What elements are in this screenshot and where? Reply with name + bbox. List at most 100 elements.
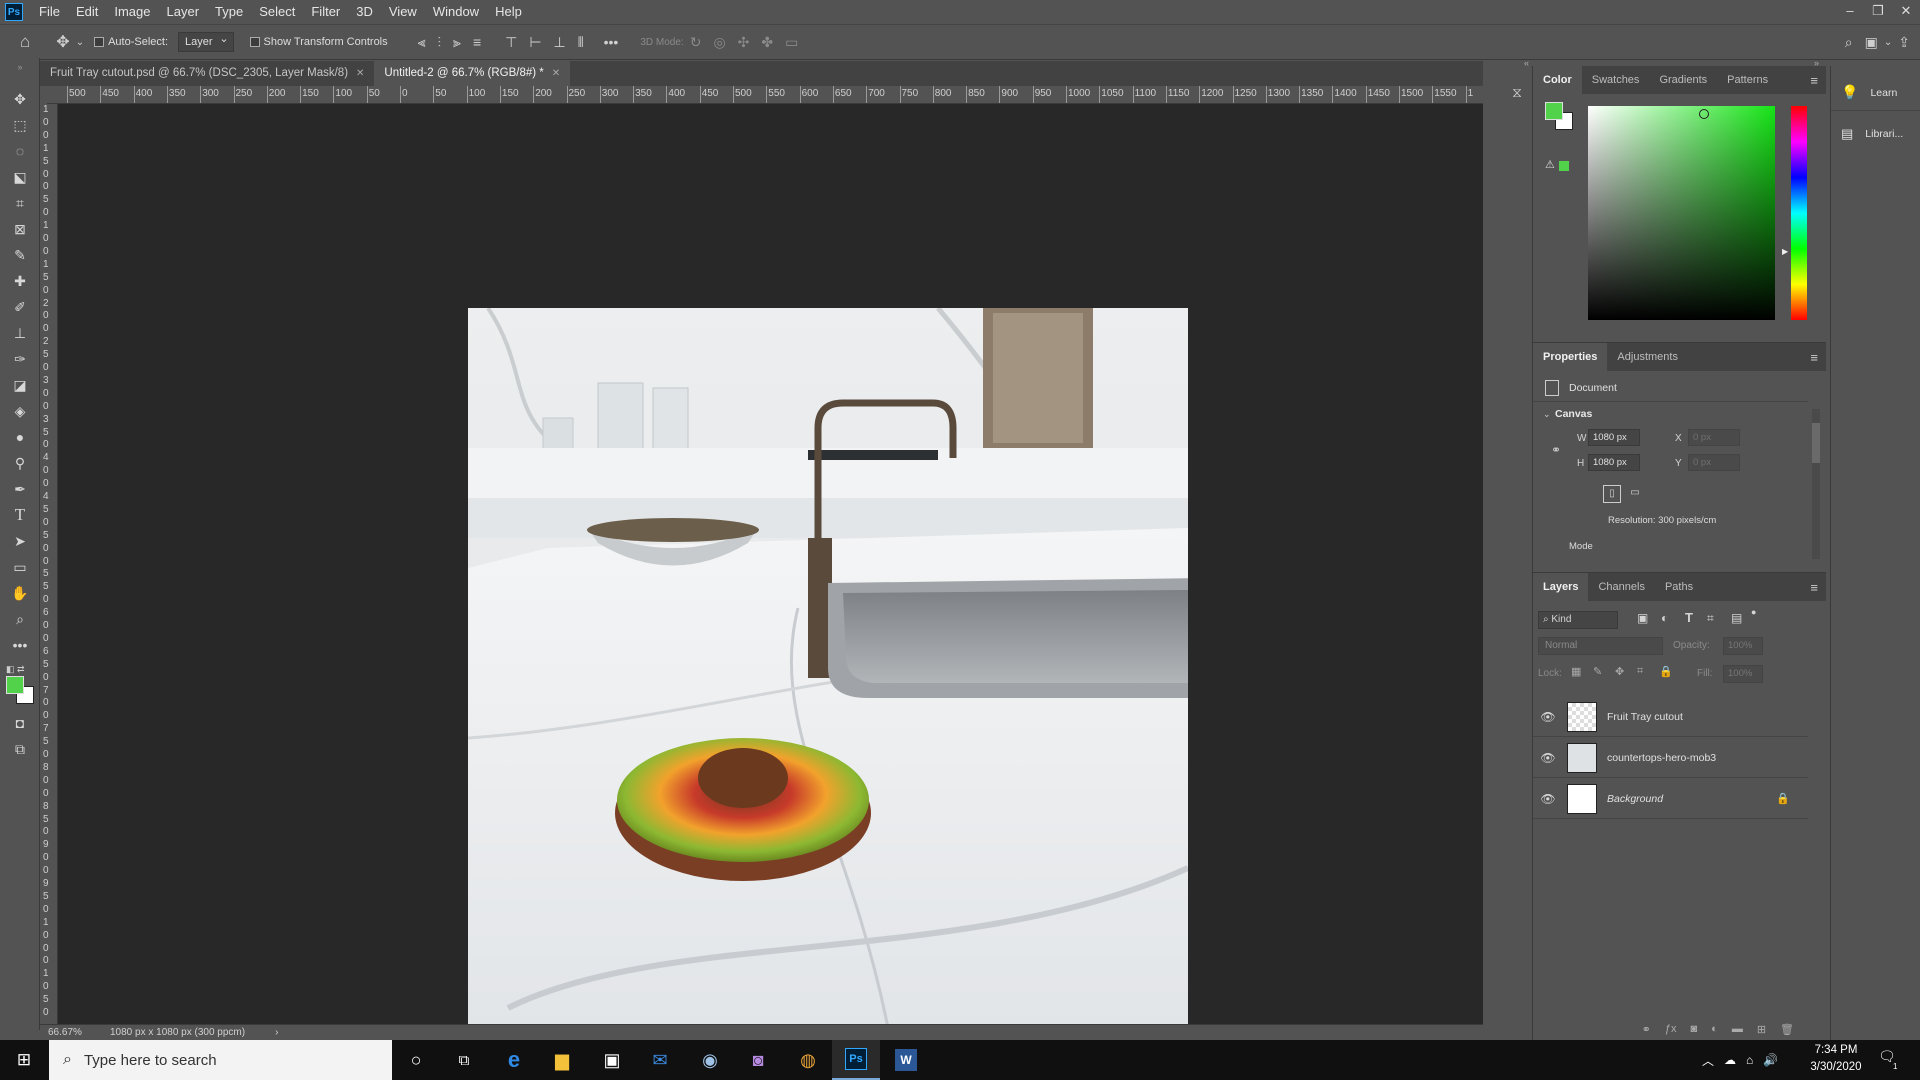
align-left-icon[interactable]: ⫷ bbox=[418, 34, 426, 51]
edit-toolbar-icon[interactable]: ••• bbox=[9, 634, 31, 656]
paint-bucket-tool-icon[interactable]: ◈ bbox=[9, 400, 31, 422]
onedrive-icon[interactable]: ☁ bbox=[1724, 1053, 1736, 1067]
task-view-icon[interactable]: ⧉ bbox=[440, 1040, 488, 1080]
lock-all-icon[interactable]: 🔒 bbox=[1659, 665, 1673, 678]
steam-icon[interactable]: ◉ bbox=[686, 1040, 734, 1080]
close-icon[interactable]: ✕ bbox=[552, 61, 560, 86]
tab-gradients[interactable]: Gradients bbox=[1649, 66, 1717, 94]
3d-roll-icon[interactable]: ◎ bbox=[713, 34, 725, 51]
canvas-workspace[interactable] bbox=[58, 104, 1483, 1030]
tab-adjustments[interactable]: Adjustments bbox=[1607, 343, 1688, 371]
restore-button[interactable]: ❐ bbox=[1864, 0, 1892, 24]
screen-mode-icon[interactable]: ⧉ bbox=[9, 738, 31, 760]
lasso-tool-icon[interactable]: ◌ bbox=[9, 140, 31, 162]
hue-slider-pointer[interactable]: ▶ bbox=[1782, 247, 1788, 256]
foreground-color-swatch[interactable] bbox=[1545, 102, 1563, 120]
marquee-tool-icon[interactable]: ⬚ bbox=[9, 114, 31, 136]
foreground-color-swatch[interactable] bbox=[6, 676, 24, 694]
align-top-icon[interactable]: ⊤ bbox=[505, 34, 517, 51]
menu-select[interactable]: Select bbox=[251, 0, 303, 24]
tab-patterns[interactable]: Patterns bbox=[1717, 66, 1778, 94]
layer-filter-dropdown[interactable]: ⌕ Kind bbox=[1538, 611, 1618, 629]
distribute-vertical-icon[interactable]: ⫴ bbox=[578, 34, 584, 51]
color-picker-field[interactable] bbox=[1588, 106, 1775, 320]
rectangle-tool-icon[interactable]: ▭ bbox=[9, 556, 31, 578]
visibility-eye-icon[interactable]: 👁 bbox=[1537, 710, 1559, 724]
eraser-tool-icon[interactable]: ◪ bbox=[9, 374, 31, 396]
healing-tool-icon[interactable]: ✚ bbox=[9, 270, 31, 292]
fx-icon[interactable]: ƒx bbox=[1665, 1023, 1677, 1035]
chevron-down-icon[interactable]: ⌄ bbox=[1543, 409, 1551, 420]
layer-row-background[interactable]: 👁 Background 🔒 bbox=[1533, 779, 1808, 819]
status-menu-arrow[interactable]: › bbox=[275, 1027, 278, 1038]
layer-row-countertops[interactable]: 👁 countertops-hero-mob3 bbox=[1533, 738, 1808, 778]
auto-select-dropdown[interactable]: Layer bbox=[178, 32, 234, 52]
web-safe-swatch[interactable] bbox=[1559, 161, 1569, 171]
history-brush-tool-icon[interactable]: ✑ bbox=[9, 348, 31, 370]
tab-fruit-tray[interactable]: Fruit Tray cutout.psd @ 66.7% (DSC_2305,… bbox=[40, 61, 375, 86]
add-mask-icon[interactable]: ◙ bbox=[1691, 1023, 1698, 1035]
menu-view[interactable]: View bbox=[381, 0, 425, 24]
panel-menu-icon[interactable]: ≡ bbox=[1810, 580, 1818, 595]
clock[interactable]: 7:34 PM 3/30/2020 bbox=[1800, 1042, 1872, 1076]
lock-transparency-icon[interactable]: ▦ bbox=[1571, 665, 1581, 678]
menu-type[interactable]: Type bbox=[207, 0, 251, 24]
3d-slide-icon[interactable]: ✤ bbox=[761, 34, 773, 51]
tab-paths[interactable]: Paths bbox=[1655, 573, 1703, 601]
search-icon[interactable]: ⌕ bbox=[1845, 34, 1853, 51]
network-icon[interactable]: ⌂ bbox=[1746, 1053, 1753, 1067]
filter-toggle-icon[interactable]: ● bbox=[1751, 607, 1756, 617]
tab-color[interactable]: Color bbox=[1533, 66, 1582, 94]
windows-start-icon[interactable]: ⊞ bbox=[0, 1040, 48, 1080]
vertical-ruler[interactable]: 1001500501001502002503003504004505005506… bbox=[40, 104, 58, 1030]
height-input[interactable]: 1080 px bbox=[1588, 454, 1640, 471]
distribute-icon[interactable]: ≡ bbox=[473, 34, 481, 50]
menu-help[interactable]: Help bbox=[487, 0, 530, 24]
new-group-icon[interactable]: ▬ bbox=[1732, 1023, 1743, 1035]
cortana-icon[interactable]: ○ bbox=[392, 1040, 440, 1080]
frame-tool-icon[interactable]: ⊠ bbox=[9, 218, 31, 240]
brush-tool-icon[interactable]: ✐ bbox=[9, 296, 31, 318]
visibility-eye-icon[interactable]: 👁 bbox=[1537, 792, 1559, 806]
pixel-filter-icon[interactable]: ▣ bbox=[1637, 611, 1648, 625]
learn-button[interactable]: 💡 Learn bbox=[1841, 84, 1897, 101]
layer-name[interactable]: Background bbox=[1607, 793, 1663, 805]
chevron-down-icon[interactable]: ⌄ bbox=[1884, 37, 1892, 48]
adjustment-filter-icon[interactable]: ◐ bbox=[1661, 611, 1668, 625]
tab-channels[interactable]: Channels bbox=[1588, 573, 1654, 601]
menu-layer[interactable]: Layer bbox=[159, 0, 208, 24]
menu-edit[interactable]: Edit bbox=[68, 0, 106, 24]
menu-filter[interactable]: Filter bbox=[303, 0, 348, 24]
workspace-icon[interactable]: ▣ bbox=[1865, 34, 1878, 51]
type-filter-icon[interactable]: T bbox=[1685, 610, 1693, 625]
lock-icon[interactable]: 🔒 bbox=[1776, 792, 1790, 805]
default-colors-icon[interactable]: ◧ ⇄ bbox=[6, 664, 25, 675]
lock-image-icon[interactable]: ✎ bbox=[1593, 665, 1602, 678]
tab-properties[interactable]: Properties bbox=[1533, 343, 1608, 371]
width-input[interactable]: 1080 px bbox=[1588, 429, 1640, 446]
eyedropper-tool-icon[interactable]: ✎ bbox=[9, 244, 31, 266]
align-center-icon[interactable]: ⫶ bbox=[438, 34, 442, 51]
share-icon[interactable]: ⇪ bbox=[1898, 34, 1910, 51]
panel-menu-icon[interactable]: ≡ bbox=[1810, 350, 1818, 365]
move-tool-icon[interactable]: ✥ bbox=[56, 32, 69, 52]
delete-layer-icon[interactable]: 🗑 bbox=[1780, 1023, 1794, 1036]
minimize-button[interactable]: – bbox=[1836, 0, 1864, 24]
hue-slider[interactable] bbox=[1791, 106, 1807, 320]
shape-filter-icon[interactable]: ⌗ bbox=[1707, 611, 1714, 626]
chevron-down-icon[interactable]: ⌄ bbox=[76, 37, 84, 48]
close-icon[interactable]: ✕ bbox=[356, 61, 364, 86]
mail-icon[interactable]: ✉ bbox=[636, 1040, 684, 1080]
collapse-panels-icon[interactable]: « bbox=[1524, 58, 1529, 68]
blur-tool-icon[interactable]: ● bbox=[9, 426, 31, 448]
zoom-tool-icon[interactable]: ⌕ bbox=[9, 608, 31, 630]
tab-untitled-2[interactable]: Untitled-2 @ 66.7% (RGB/8#) * ✕ bbox=[374, 61, 571, 86]
close-button[interactable]: ✕ bbox=[1892, 0, 1920, 24]
tray-chevron-icon[interactable]: ︿ bbox=[1702, 1052, 1714, 1069]
volume-icon[interactable]: 🔊 bbox=[1763, 1053, 1778, 1067]
hand-tool-icon[interactable]: ✋ bbox=[9, 582, 31, 604]
discord-icon[interactable]: ◙ bbox=[734, 1040, 782, 1080]
gamut-warning-icon[interactable]: ⚠ bbox=[1545, 158, 1555, 171]
fill-input[interactable]: 100% bbox=[1723, 665, 1763, 683]
move-tool-icon[interactable]: ✥ bbox=[9, 88, 31, 110]
